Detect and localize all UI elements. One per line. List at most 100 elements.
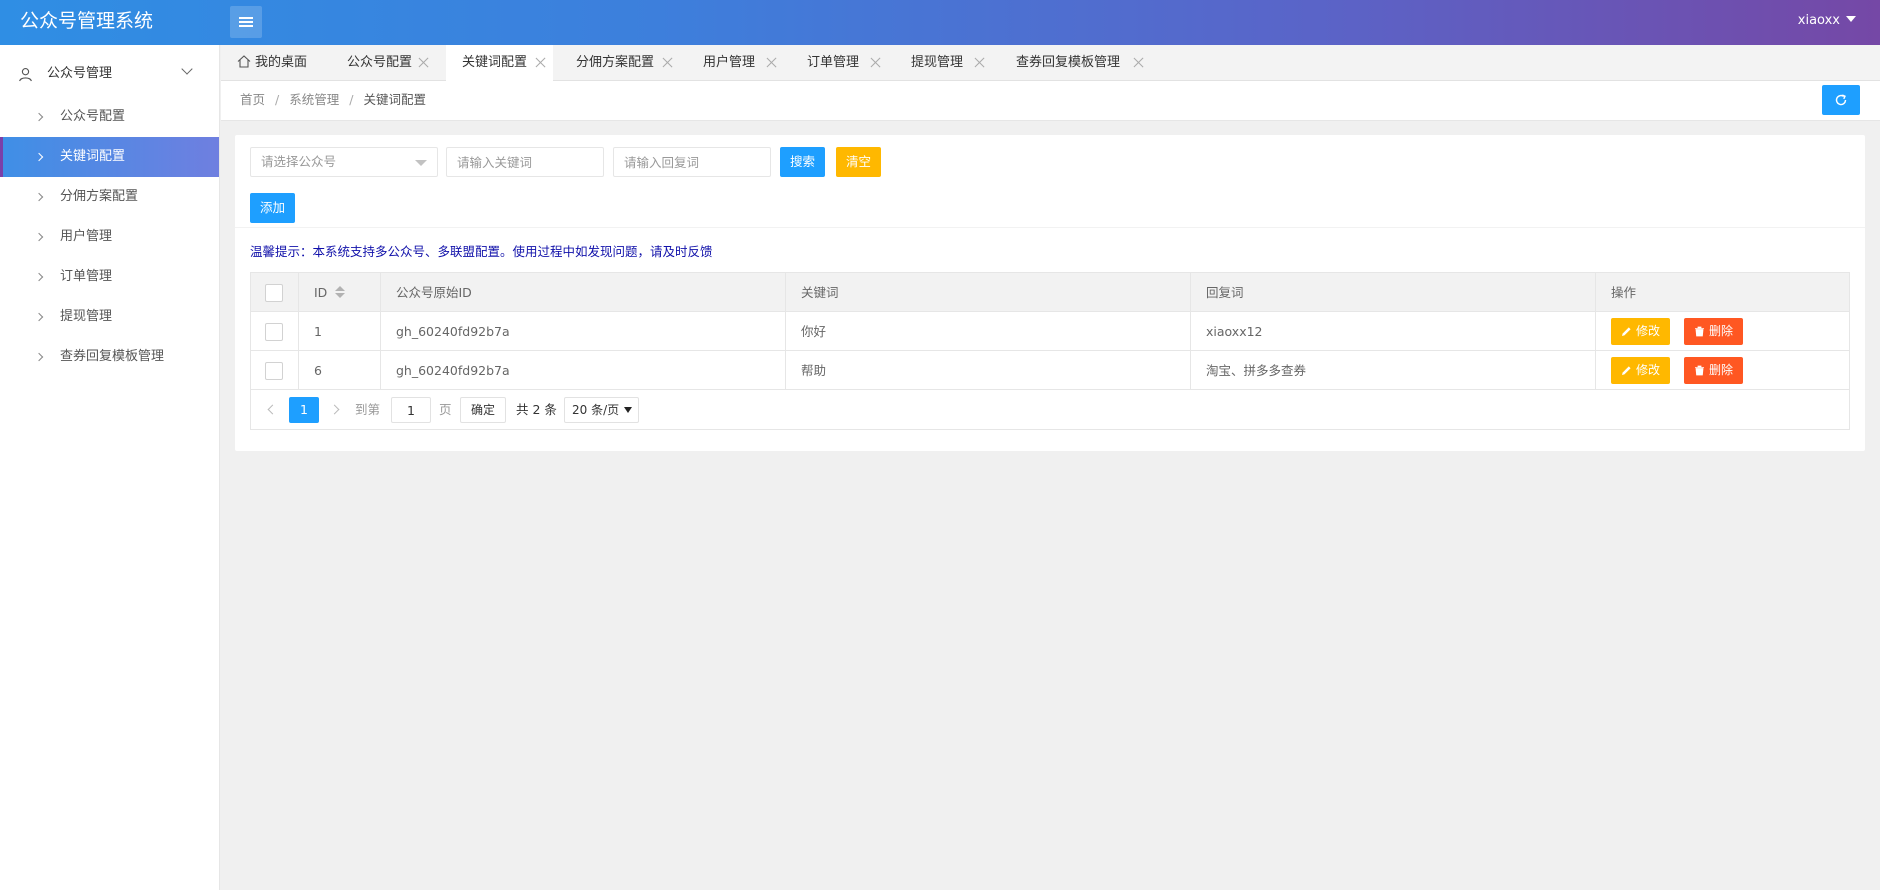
sidebar-item-label: 用户管理: [60, 229, 113, 244]
delete-label: 删除: [1709, 324, 1734, 338]
select-all-checkbox[interactable]: [265, 284, 283, 302]
sidebar-item-withdrawals[interactable]: 提现管理: [0, 297, 219, 337]
breadcrumb-separator: /: [275, 92, 280, 107]
row-checkbox[interactable]: [265, 362, 283, 380]
edit-label: 修改: [1636, 324, 1661, 338]
tab-commission-config[interactable]: 分佣方案配置: [560, 45, 678, 81]
tab-my-desktop[interactable]: 我的桌面: [221, 45, 321, 81]
sidebar-item-keyword-config[interactable]: 关键词配置: [0, 137, 219, 177]
sidebar-item-label: 提现管理: [60, 309, 113, 324]
trash-icon: [1695, 326, 1704, 337]
row-select-cell: [251, 351, 299, 390]
chevron-right-icon: [34, 192, 44, 202]
goto-label: 到第: [355, 402, 381, 417]
page-jump-input[interactable]: [391, 397, 431, 423]
breadcrumb-system[interactable]: 系统管理: [289, 92, 339, 107]
column-header-reply: 回复词: [1191, 273, 1596, 312]
column-header-id[interactable]: ID: [299, 273, 381, 312]
chevron-right-icon: [34, 152, 44, 162]
clear-button[interactable]: 清空: [836, 147, 881, 177]
sidebar-item-users[interactable]: 用户管理: [0, 217, 219, 257]
close-icon[interactable]: [974, 57, 985, 68]
breadcrumb-home[interactable]: 首页: [240, 92, 265, 107]
close-icon[interactable]: [766, 57, 777, 68]
cell-reply: xiaoxx12: [1191, 312, 1596, 351]
page-current[interactable]: 1: [289, 397, 319, 423]
chevron-right-icon: [34, 112, 44, 122]
breadcrumb-bar: 首页 / 系统管理 / 关键词配置: [221, 81, 1880, 121]
row-checkbox[interactable]: [265, 323, 283, 341]
page-size-select[interactable]: 20 条/页: [564, 397, 639, 423]
edit-label: 修改: [1636, 363, 1661, 377]
table-row: 1 gh_60240fd92b7a 你好 xiaoxx12 修改 删除: [251, 312, 1849, 351]
page-jump-confirm-button[interactable]: 确定: [460, 397, 506, 423]
sidebar-item-commission-config[interactable]: 分佣方案配置: [0, 177, 219, 217]
tab-label: 关键词配置: [462, 55, 528, 70]
sidebar-item-label: 查券回复模板管理: [60, 349, 165, 364]
chevron-left-icon[interactable]: [267, 404, 278, 415]
tab-orders[interactable]: 订单管理: [791, 45, 883, 81]
sidebar-item-orders[interactable]: 订单管理: [0, 257, 219, 297]
column-header-account-id: 公众号原始ID: [381, 273, 786, 312]
sort-icon[interactable]: [335, 286, 346, 300]
page-unit-label: 页: [439, 402, 452, 417]
close-icon[interactable]: [418, 57, 429, 68]
delete-button[interactable]: 删除: [1684, 318, 1744, 345]
caret-down-icon: [415, 160, 427, 166]
chevron-right-icon[interactable]: [329, 404, 340, 415]
caret-down-icon: [1846, 16, 1856, 22]
tab-withdrawals[interactable]: 提现管理: [895, 45, 987, 81]
edit-button[interactable]: 修改: [1611, 318, 1671, 345]
sidebar-item-account-config[interactable]: 公众号配置: [0, 97, 219, 137]
user-menu[interactable]: xiaoxx: [1798, 0, 1856, 45]
cell-keyword: 你好: [786, 312, 1191, 351]
tab-label: 公众号配置: [347, 55, 413, 70]
sidebar-item-label: 分佣方案配置: [60, 189, 139, 204]
tab-label: 用户管理: [703, 55, 756, 70]
hamburger-icon: [239, 17, 253, 27]
column-header-keyword: 关键词: [786, 273, 1191, 312]
tab-label: 查券回复模板管理: [1016, 55, 1121, 70]
header-select-cell: [251, 273, 299, 312]
delete-button[interactable]: 删除: [1684, 357, 1744, 384]
sidebar-group-account-management[interactable]: 公众号管理: [0, 51, 219, 97]
close-icon[interactable]: [1133, 57, 1144, 68]
chevron-right-icon: [34, 352, 44, 362]
tab-coupon-template[interactable]: 查券回复模板管理: [1000, 45, 1150, 81]
caret-down-icon: [624, 407, 632, 413]
cell-account-id: gh_60240fd92b7a: [381, 351, 786, 390]
user-icon: [19, 68, 32, 82]
keyword-config-panel: 请选择公众号 搜索 清空 添加 温馨提示：本系统支持多公众号、多联盟配置。使用过…: [235, 135, 1865, 451]
tab-users[interactable]: 用户管理: [687, 45, 779, 81]
divider: [235, 227, 1865, 228]
close-icon[interactable]: [870, 57, 881, 68]
chevron-right-icon: [34, 312, 44, 322]
account-select[interactable]: 请选择公众号: [250, 147, 438, 177]
table-header: ID 公众号原始ID 关键词 回复词 操作: [251, 273, 1849, 312]
sidebar: 公众号管理 公众号配置 关键词配置 分佣方案配置 用户管理 订单管理 提现管理 …: [0, 45, 220, 890]
tab-bar: 我的桌面 公众号配置 关键词配置 分佣方案配置 用户管理 订单管理 提现管理 查…: [221, 45, 1880, 81]
home-icon: [237, 55, 251, 68]
account-select-placeholder: 请选择公众号: [261, 154, 337, 169]
edit-button[interactable]: 修改: [1611, 357, 1671, 384]
close-icon[interactable]: [662, 57, 673, 68]
column-header-actions: 操作: [1611, 285, 1637, 300]
close-icon[interactable]: [535, 57, 546, 68]
keyword-input[interactable]: [446, 147, 604, 177]
search-button[interactable]: 搜索: [780, 147, 825, 177]
add-button[interactable]: 添加: [250, 193, 295, 223]
tab-keyword-config[interactable]: 关键词配置: [446, 45, 553, 81]
page-size-value: 20 条/页: [572, 403, 620, 417]
refresh-button[interactable]: [1822, 85, 1860, 115]
reply-input[interactable]: [613, 147, 771, 177]
tab-label: 分佣方案配置: [576, 55, 655, 70]
cell-actions: 修改 删除: [1596, 312, 1849, 351]
menu-toggle-button[interactable]: [230, 6, 262, 38]
sidebar-item-coupon-template[interactable]: 查券回复模板管理: [0, 337, 219, 377]
tab-account-config[interactable]: 公众号配置: [331, 45, 436, 81]
top-header: 公众号管理系统 xiaoxx: [0, 0, 1880, 45]
tab-label: 订单管理: [807, 55, 860, 70]
chevron-down-icon: [181, 63, 193, 75]
pagination: 1 到第 页 确定 共 2 条 20 条/页: [251, 390, 1849, 429]
tab-label: 我的桌面: [255, 55, 308, 70]
